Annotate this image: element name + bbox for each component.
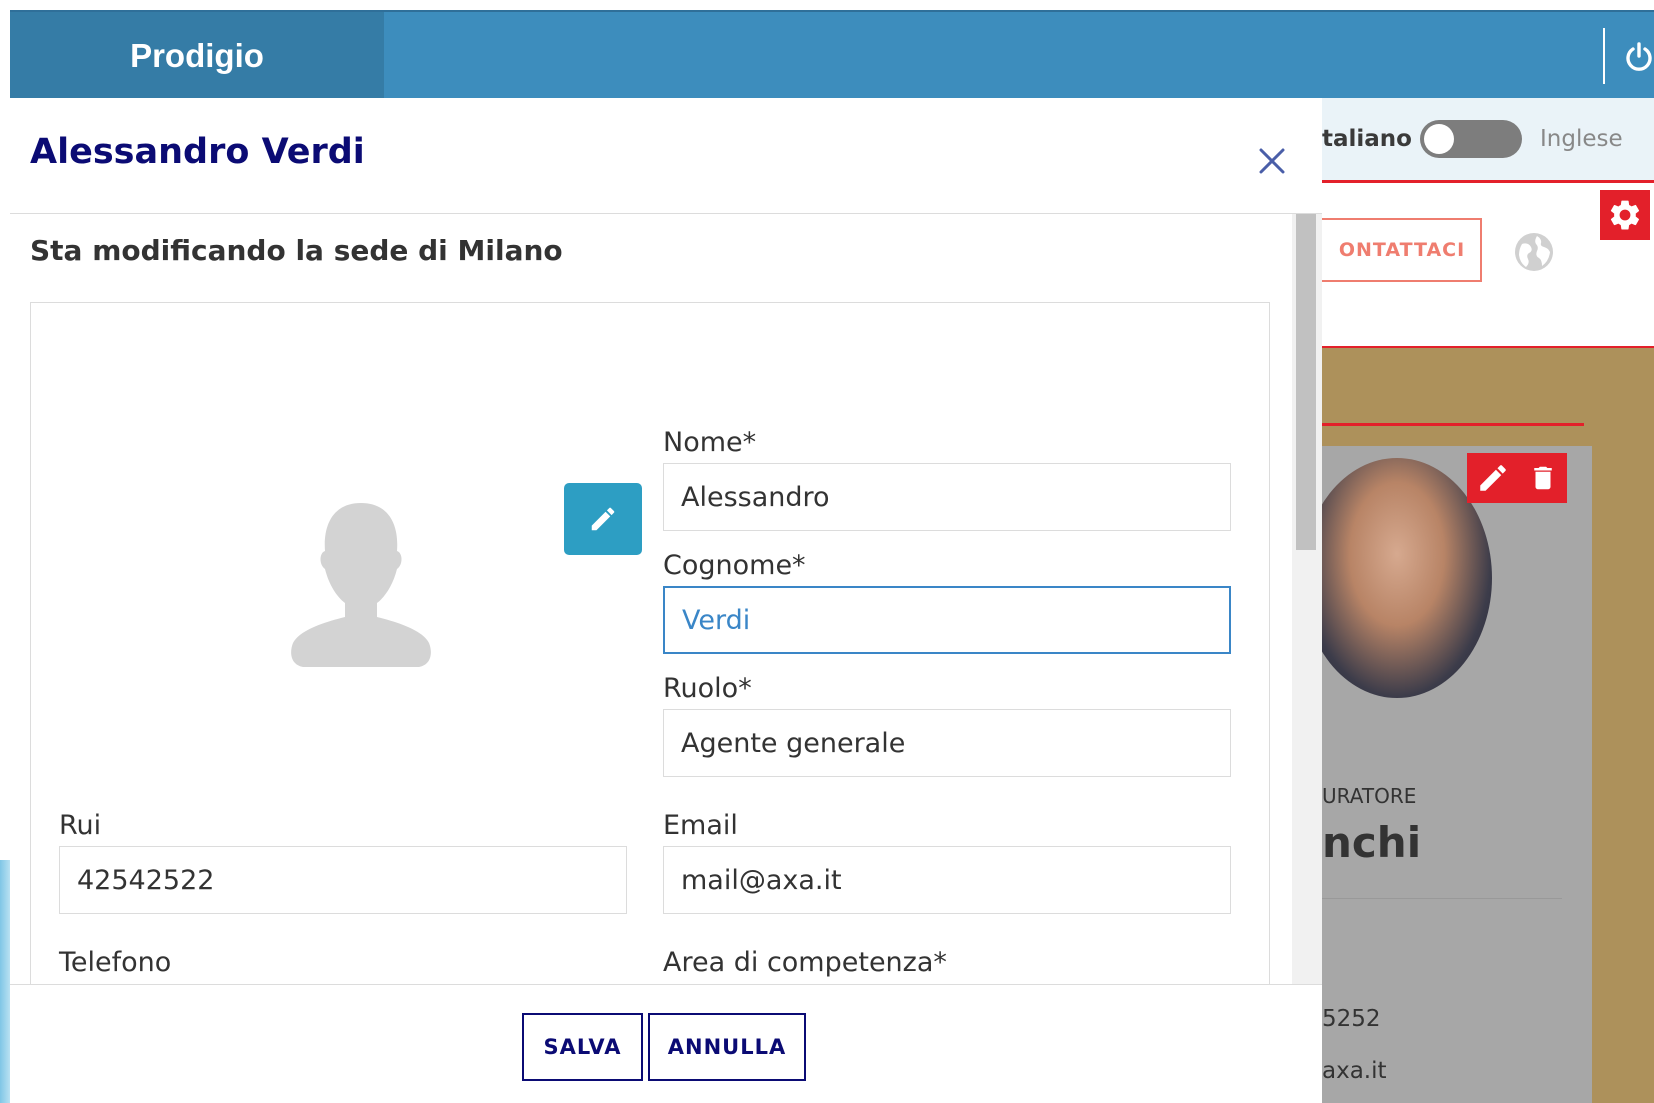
globe-icon[interactable]	[1512, 230, 1556, 274]
cognome-label: Cognome*	[663, 550, 806, 581]
navbar-divider	[1603, 28, 1605, 84]
nome-input[interactable]	[663, 463, 1231, 531]
save-button[interactable]: SALVA	[522, 1013, 643, 1081]
language-switcher: taliano Inglese	[1322, 98, 1654, 180]
editing-location-text: Sta modificando la sede di Milano	[30, 234, 563, 267]
card-phone: 5252	[1322, 1006, 1381, 1032]
card-email: axa.it	[1322, 1058, 1387, 1084]
modal-footer: SALVA ANNULLA	[10, 984, 1322, 1103]
card-actions	[1467, 453, 1567, 503]
pencil-icon	[591, 507, 615, 531]
top-navbar: Prodigio	[10, 10, 1654, 100]
power-icon[interactable]	[1624, 42, 1654, 72]
ruolo-label: Ruolo*	[663, 673, 752, 704]
brand-name: Prodigio	[130, 37, 264, 74]
edit-photo-button[interactable]	[564, 483, 642, 555]
edit-person-modal: Alessandro Verdi Sta modificando la sede…	[10, 98, 1322, 1103]
app-window: Prodigio taliano Inglese ONTATTACI URATO…	[10, 10, 1654, 1103]
modal-header: Alessandro Verdi	[10, 98, 1322, 214]
left-decoration	[0, 860, 10, 1103]
trash-icon[interactable]	[1528, 461, 1558, 495]
email-input[interactable]	[663, 846, 1231, 914]
red-divider-card	[1322, 423, 1584, 426]
profile-photo	[1302, 458, 1492, 698]
user-silhouette-icon	[291, 503, 431, 667]
telefono-label: Telefono	[59, 947, 172, 978]
card-name: nchi	[1322, 818, 1422, 867]
area-competenza-label: Area di competenza*	[663, 947, 947, 978]
contact-button-label: ONTATTACI	[1338, 239, 1466, 261]
email-label: Email	[663, 810, 738, 841]
modal-title: Alessandro Verdi	[30, 132, 365, 172]
gear-icon	[1610, 200, 1640, 230]
pencil-icon[interactable]	[1476, 461, 1510, 495]
modal-body: Sta modificando la sede di Milano Nome* …	[10, 214, 1322, 984]
language-english-label: Inglese	[1540, 126, 1623, 152]
language-toggle[interactable]	[1420, 120, 1522, 158]
toggle-knob	[1424, 124, 1454, 154]
person-form: Nome* Cognome* Ruolo* Rui Email Telefono…	[30, 302, 1270, 984]
nome-label: Nome*	[663, 427, 757, 458]
red-divider-top	[1322, 180, 1654, 183]
cancel-button[interactable]: ANNULLA	[648, 1013, 806, 1081]
card-role: URATORE	[1322, 784, 1417, 808]
language-italian-label: taliano	[1322, 126, 1412, 152]
modal-scrollbar-thumb[interactable]	[1296, 214, 1316, 550]
brand-logo[interactable]: Prodigio	[10, 12, 384, 100]
ruolo-input[interactable]	[663, 709, 1231, 777]
settings-button[interactable]	[1600, 190, 1650, 240]
card-separator	[1322, 898, 1562, 899]
cognome-input[interactable]	[663, 586, 1231, 654]
close-icon[interactable]	[1255, 144, 1289, 178]
background-page: taliano Inglese ONTATTACI URATORE nchi 5…	[1282, 98, 1654, 1103]
rui-input[interactable]	[59, 846, 627, 914]
rui-label: Rui	[59, 810, 102, 841]
